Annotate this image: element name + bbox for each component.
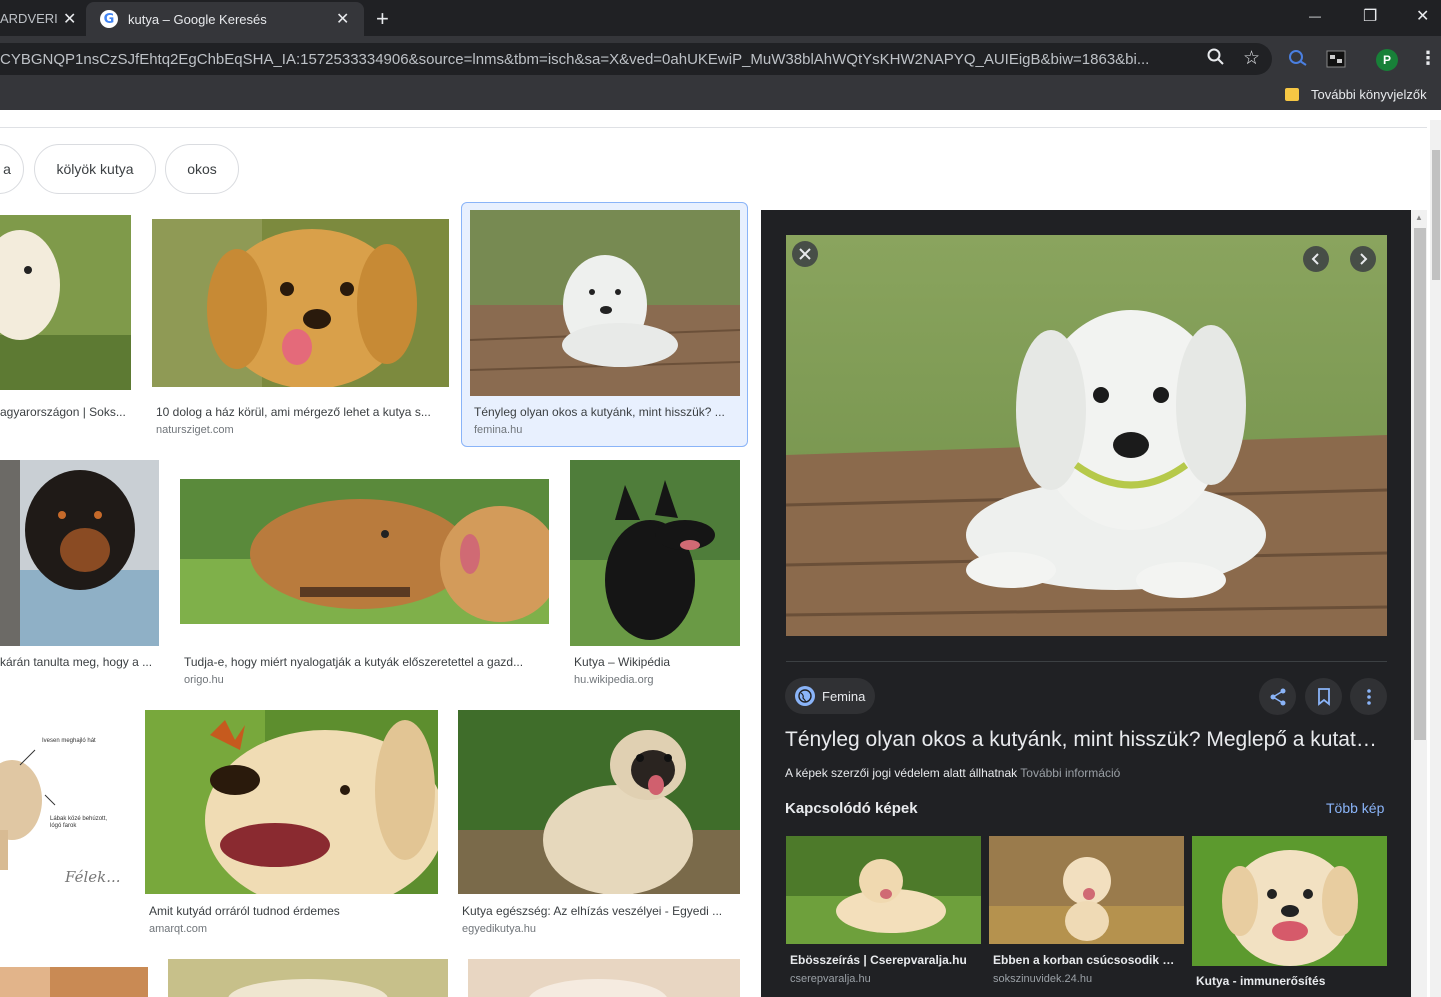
more-images-link[interactable]: Több kép (1326, 800, 1384, 816)
site-chip[interactable]: Femina (785, 678, 875, 714)
more-options-button[interactable] (1350, 678, 1387, 715)
preview-image[interactable] (786, 235, 1387, 636)
folder-icon[interactable] (1285, 88, 1299, 101)
next-image-button[interactable] (1350, 246, 1376, 272)
related-source: sokszinuvidek.24.hu (993, 973, 1093, 985)
related-images-heading: Kapcsolódó képek (785, 800, 918, 817)
chevron-left-icon (1311, 253, 1319, 265)
tab-strip: ARDVERI ✕ G kutya – Google Keresés ✕ + —… (0, 0, 1441, 36)
chip-label: kölyök kutya (56, 161, 134, 177)
copyright-notice: A képek szerzői jogi védelem alatt állha… (785, 766, 1120, 780)
chip-filter[interactable]: okos (165, 144, 239, 194)
star-bookmark-icon[interactable]: ☆ (1243, 47, 1260, 70)
related-title[interactable]: Ebösszeírás | Cserepvaralja.hu (790, 953, 978, 967)
result-title[interactable]: Kutya egészség: Az elhízás veszélyei - E… (462, 904, 738, 918)
globe-icon (795, 686, 815, 706)
result-source: femina.hu (474, 424, 523, 436)
result-title[interactable]: Amit kutyád orráról tudnod érdemes (149, 904, 435, 918)
result-title[interactable]: Tudja-e, hogy miért nyalogatják a kutyák… (184, 655, 546, 669)
result-source: hu.wikipedia.org (574, 674, 654, 686)
more-vert-icon (1366, 688, 1371, 705)
result-title[interactable]: 10 dolog a ház körül, ami mérgező lehet … (156, 405, 446, 419)
result-thumbnail[interactable] (570, 460, 740, 646)
result-source: natursziget.com (156, 424, 234, 436)
save-button[interactable] (1305, 678, 1342, 715)
scrollbar-thumb[interactable] (1432, 150, 1440, 280)
google-favicon-icon: G (100, 10, 118, 28)
diagram-label: Ivesen meghajló hát (42, 738, 96, 744)
search-results-page: a kölyök kutya okos agyarországon | Soks… (0, 110, 1441, 997)
result-source: amarqt.com (149, 923, 208, 935)
result-source: egyedikutya.hu (462, 923, 536, 935)
url-text[interactable]: CYBGNQP1nsCzSJfEhtq2EgChbEqSHA_IA:157253… (0, 51, 1188, 68)
close-icon[interactable]: ✕ (336, 9, 349, 29)
window-close-button[interactable]: ✕ (1416, 6, 1429, 26)
site-name: Femina (822, 688, 866, 704)
result-thumbnail[interactable] (458, 710, 740, 894)
close-icon (799, 248, 811, 260)
divider (0, 127, 1427, 128)
scrollbar-thumb[interactable] (1414, 228, 1426, 740)
related-source: cserepvaralja.hu (790, 973, 871, 985)
result-thumbnail[interactable] (168, 959, 448, 997)
related-title[interactable]: Kutya - immunerősítés (1196, 974, 1384, 988)
chip-label: a (3, 161, 11, 177)
result-title[interactable]: Kutya – Wikipédia (574, 655, 738, 669)
divider (786, 661, 1387, 662)
tab-title: kutya – Google Keresés (128, 11, 267, 27)
result-source: origo.hu (184, 674, 224, 686)
result-thumbnail[interactable] (180, 479, 549, 624)
extension-icon[interactable] (1288, 49, 1308, 67)
related-title[interactable]: Ebben a korban csúcsosodik ki... (993, 953, 1181, 967)
panel-scrollbar[interactable]: ▲ (1411, 210, 1427, 997)
chip-filter[interactable]: kölyök kutya (34, 144, 156, 194)
more-info-link[interactable]: További információ (1020, 766, 1120, 780)
chip-label: okos (187, 161, 217, 177)
tab-active[interactable]: G kutya – Google Keresés ✕ (86, 2, 364, 36)
previous-image-button[interactable] (1303, 246, 1329, 272)
new-tab-button[interactable]: + (376, 6, 389, 32)
diagram-label: lógó farok (50, 823, 77, 829)
diagram-label: Lábak közé behúzott, (50, 816, 108, 822)
result-title[interactable]: kárán tanulta meg, hogy a ... (0, 655, 156, 669)
result-title[interactable]: agyarországon | Soks... (0, 405, 128, 419)
scroll-up-icon[interactable]: ▲ (1415, 213, 1423, 222)
result-thumbnail[interactable] (152, 219, 449, 387)
copyright-text: A képek szerzői jogi védelem alatt állha… (785, 766, 1018, 780)
image-preview-panel: Femina Tényleg olyan okos a kutyánk, min… (761, 210, 1411, 997)
result-thumbnail[interactable] (470, 210, 740, 396)
bookmark-icon (1317, 687, 1330, 706)
result-thumbnail[interactable] (0, 460, 159, 646)
restore-button[interactable]: ❐ (1363, 6, 1377, 26)
tab-inactive[interactable]: ARDVERI ✕ (0, 0, 85, 36)
extension-icon[interactable] (1326, 50, 1346, 68)
share-button[interactable] (1259, 678, 1296, 715)
preview-title-link[interactable]: Tényleg olyan okos a kutyánk, mint hissz… (785, 728, 1387, 752)
result-thumbnail[interactable]: Ivesen meghajló hát Lábak közé behúzott,… (0, 710, 124, 894)
related-thumbnail[interactable] (786, 836, 981, 944)
close-icon[interactable]: ✕ (63, 9, 76, 29)
address-bar[interactable]: CYBGNQP1nsCzSJfEhtq2EgChbEqSHA_IA:157253… (0, 43, 1272, 75)
result-thumbnail[interactable] (145, 710, 438, 894)
tab-title: ARDVERI (0, 10, 58, 26)
chevron-right-icon (1360, 253, 1368, 265)
related-thumbnail[interactable] (1192, 836, 1387, 966)
browser-toolbar: CYBGNQP1nsCzSJfEhtq2EgChbEqSHA_IA:157253… (0, 36, 1441, 82)
menu-dots-icon[interactable]: ⋮ (1419, 48, 1437, 69)
share-icon (1270, 688, 1285, 705)
avatar[interactable]: P (1376, 49, 1398, 71)
zoom-search-icon[interactable] (1207, 48, 1225, 66)
result-thumbnail[interactable] (468, 959, 740, 997)
other-bookmarks-link[interactable]: További könyvjelzők (1311, 87, 1427, 102)
result-thumbnail[interactable] (0, 215, 131, 390)
bookmarks-bar: További könyvjelzők (0, 82, 1441, 110)
minimize-button[interactable]: — (1309, 9, 1321, 23)
chip-filter[interactable]: a (0, 144, 24, 194)
result-title[interactable]: Tényleg olyan okos a kutyánk, mint hissz… (474, 405, 738, 419)
related-thumbnail[interactable] (989, 836, 1184, 944)
close-preview-button[interactable] (792, 241, 818, 267)
page-scrollbar[interactable] (1430, 120, 1441, 997)
result-thumbnail[interactable] (0, 967, 148, 997)
diagram-signature: Félek... (65, 868, 121, 886)
